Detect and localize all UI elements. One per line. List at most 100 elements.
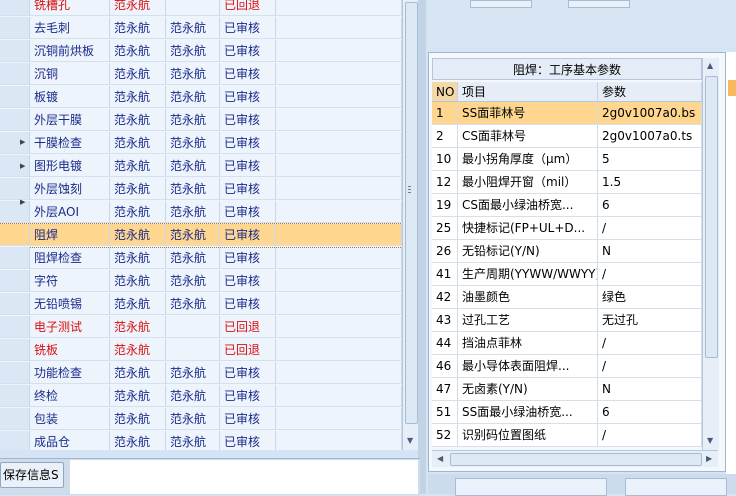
- row-indicator: [0, 132, 30, 154]
- reviewer-cell: [166, 339, 220, 361]
- status-cell: 已审核: [220, 362, 276, 384]
- table-row[interactable]: 1 SS面菲林号 2g0v1007a0.bs: [432, 102, 702, 125]
- expand-arrow-icon[interactable]: ▶: [20, 198, 25, 206]
- param-grid-vscrollbar[interactable]: ▲ ▼: [702, 58, 719, 450]
- param-grid-hscrollbar[interactable]: ◀ ▶: [432, 450, 718, 467]
- scrollbar-thumb[interactable]: [705, 76, 718, 358]
- toolbar-button[interactable]: [455, 478, 607, 496]
- table-row[interactable]: 铣板 范永航 已回退: [0, 339, 402, 362]
- table-row[interactable]: 46 最小导体表面阻焊... /: [432, 355, 702, 378]
- scroll-up-icon[interactable]: ▲: [707, 61, 713, 70]
- table-row[interactable]: 10 最小拐角厚度（μm） 5: [432, 148, 702, 171]
- row-number-cell: 51: [432, 401, 458, 424]
- empty-cell: [276, 431, 402, 450]
- process-name-cell: 功能检查: [30, 362, 110, 384]
- row-number-cell: 44: [432, 332, 458, 355]
- table-row[interactable]: 铣槽孔 范永航 已回退: [0, 0, 402, 17]
- process-name-cell: 外层干膜: [30, 109, 110, 131]
- reviewer-cell: 范永航: [166, 247, 220, 269]
- item-cell: 最小导体表面阻焊...: [458, 355, 598, 378]
- table-row[interactable]: 无铅喷锡 范永航 范永航 已审核: [0, 293, 402, 316]
- scroll-down-icon[interactable]: ▼: [407, 436, 413, 445]
- expand-arrow-icon[interactable]: ▶: [20, 138, 25, 146]
- operator-cell: 范永航: [110, 224, 166, 246]
- row-indicator: [0, 0, 30, 16]
- table-row[interactable]: 沉铜前烘板 范永航 范永航 已审核: [0, 40, 402, 63]
- table-row[interactable]: 26 无铅标记(Y/N) N: [432, 240, 702, 263]
- table-row[interactable]: 19 CS面最小绿油桥宽... 6: [432, 194, 702, 217]
- scroll-down-icon[interactable]: ▼: [707, 436, 713, 445]
- operator-cell: 范永航: [110, 293, 166, 315]
- row-indicator: [0, 155, 30, 177]
- status-cell: 已审核: [220, 86, 276, 108]
- status-cell: 已审核: [220, 408, 276, 430]
- grip-icon: [408, 186, 411, 187]
- process-name-cell: 包装: [30, 408, 110, 430]
- item-cell: 生产周期(YYWW/WWYY): [458, 263, 598, 286]
- item-cell: 最小拐角厚度（μm）: [458, 148, 598, 171]
- table-row[interactable]: 47 无卤素(Y/N) N: [432, 378, 702, 401]
- table-row[interactable]: 阻焊 范永航 范永航 已审核: [0, 223, 402, 248]
- table-row[interactable]: 2 CS面菲林号 2g0v1007a0.ts: [432, 125, 702, 148]
- empty-cell: [276, 63, 402, 85]
- table-row[interactable]: 包装 范永航 范永航 已审核: [0, 408, 402, 431]
- table-row[interactable]: 25 快捷标记(FP+UL+D... /: [432, 217, 702, 240]
- table-row[interactable]: 外层蚀刻 范永航 范永航 已审核: [0, 178, 402, 201]
- toolbar-button[interactable]: [625, 478, 727, 496]
- process-name-cell: 外层AOI: [30, 201, 110, 223]
- row-number-cell: 25: [432, 217, 458, 240]
- panel-splitter[interactable]: [418, 0, 426, 494]
- save-info-tab[interactable]: 保存信息S: [0, 462, 64, 488]
- scrollbar-thumb[interactable]: [405, 2, 418, 424]
- operator-cell: 范永航: [110, 17, 166, 39]
- operator-cell: 范永航: [110, 201, 166, 223]
- operator-cell: 范永航: [110, 132, 166, 154]
- row-indicator: [0, 362, 30, 384]
- scrollbar-thumb[interactable]: [450, 453, 702, 466]
- reviewer-cell: 范永航: [166, 431, 220, 450]
- toolbar-button[interactable]: [470, 0, 532, 8]
- row-indicator: [0, 109, 30, 131]
- process-grid-scrollbar[interactable]: ▼: [402, 0, 419, 450]
- empty-cell: [276, 109, 402, 131]
- header-no[interactable]: NO: [432, 82, 458, 102]
- toolbar-button[interactable]: [568, 0, 630, 8]
- scroll-left-icon[interactable]: ◀: [437, 454, 443, 463]
- table-row[interactable]: 功能检查 范永航 范永航 已审核: [0, 362, 402, 385]
- table-row[interactable]: 44 挡油点菲林 /: [432, 332, 702, 355]
- table-row[interactable]: 沉铜 范永航 范永航 已审核: [0, 63, 402, 86]
- table-row[interactable]: 外层干膜 范永航 范永航 已审核: [0, 109, 402, 132]
- status-cell: 已审核: [220, 247, 276, 269]
- table-row[interactable]: 干膜检查 范永航 范永航 已审核: [0, 132, 402, 155]
- row-indicator: [0, 431, 30, 450]
- table-row[interactable]: 板镀 范永航 范永航 已审核: [0, 86, 402, 109]
- expand-arrow-icon[interactable]: ▶: [20, 162, 25, 170]
- table-row[interactable]: 43 过孔工艺 无过孔: [432, 309, 702, 332]
- table-row[interactable]: 42 油墨颜色 绿色: [432, 286, 702, 309]
- header-item[interactable]: 项目: [458, 82, 598, 102]
- process-name-cell: 沉铜: [30, 63, 110, 85]
- table-row[interactable]: 52 识别码位置图纸 /: [432, 424, 702, 447]
- status-cell: 已审核: [220, 270, 276, 292]
- table-row[interactable]: 51 SS面最小绿油桥宽... 6: [432, 401, 702, 424]
- table-row[interactable]: 图形电镀 范永航 范永航 已审核: [0, 155, 402, 178]
- status-cell: 已审核: [220, 109, 276, 131]
- table-row[interactable]: 外层AOI 范永航 范永航 已审核: [0, 201, 402, 224]
- param-cell: /: [598, 217, 702, 240]
- table-row[interactable]: 41 生产周期(YYWW/WWYY) /: [432, 263, 702, 286]
- row-number-cell: 46: [432, 355, 458, 378]
- table-row[interactable]: 成品仓 范永航 范永航 已审核: [0, 431, 402, 450]
- table-row[interactable]: 12 最小阻焊开窗（mil） 1.5: [432, 171, 702, 194]
- table-row[interactable]: 终检 范永航 范永航 已审核: [0, 385, 402, 408]
- row-number-cell: 52: [432, 424, 458, 447]
- table-row[interactable]: 电子测试 范永航 已回退: [0, 316, 402, 339]
- header-param[interactable]: 参数: [598, 82, 702, 102]
- item-cell: CS面菲林号: [458, 125, 598, 148]
- table-row[interactable]: 去毛刺 范永航 范永航 已审核: [0, 17, 402, 40]
- table-row[interactable]: 阻焊检查 范永航 范永航 已审核: [0, 247, 402, 270]
- scroll-right-icon[interactable]: ▶: [706, 454, 712, 463]
- empty-cell: [276, 0, 402, 16]
- table-row[interactable]: 字符 范永航 范永航 已审核: [0, 270, 402, 293]
- operator-cell: 范永航: [110, 178, 166, 200]
- empty-cell: [276, 247, 402, 269]
